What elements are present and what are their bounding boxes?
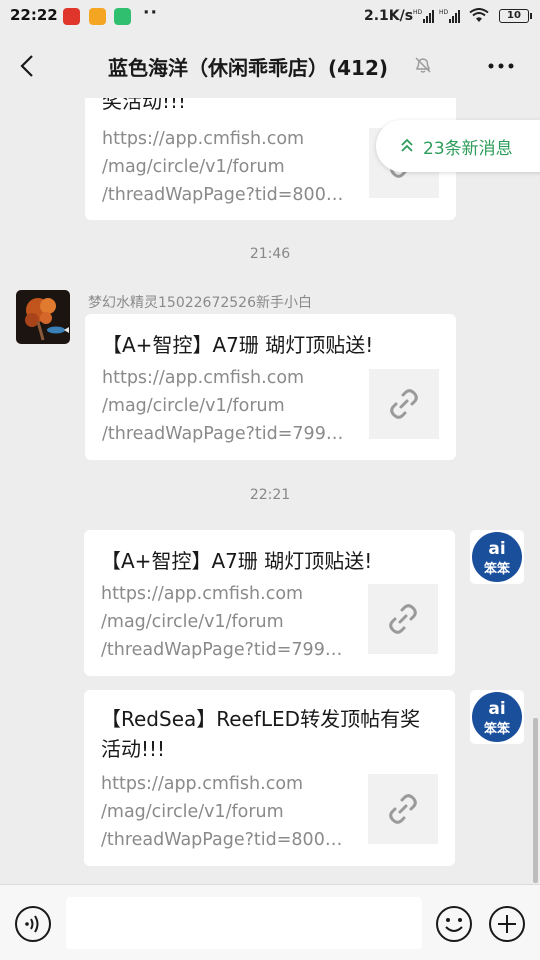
app-notification-icon — [114, 8, 131, 25]
link-icon — [389, 604, 417, 634]
wifi-icon — [469, 8, 489, 22]
voice-icon[interactable] — [14, 905, 52, 943]
link-card-thumbnail — [368, 584, 438, 654]
link-card-thumbnail — [369, 369, 439, 439]
link-card-url: https://app.cmfish.com /mag/circle/v1/fo… — [102, 129, 344, 205]
chat-title: 蓝色海洋（休闲乖乖店）(412) — [108, 56, 389, 80]
bell-muted-icon — [415, 57, 431, 73]
signal-icon: HD — [413, 9, 434, 23]
app-notification-icon — [89, 8, 106, 25]
link-card-url: https://app.cmfish.com /mag/circle/v1/fo… — [102, 368, 344, 444]
avatar[interactable] — [16, 290, 70, 344]
new-messages-button[interactable]: 23条新消息 — [376, 120, 540, 172]
link-card-title: 【A+智控】A7珊 瑚灯顶贴送! — [102, 333, 374, 357]
link-card-title: 【A+智控】A7珊 瑚灯顶贴送! — [101, 549, 373, 573]
double-chevron-up-icon — [401, 138, 413, 152]
link-card-url: https://app.cmfish.com /mag/circle/v1/fo… — [101, 584, 343, 660]
app-notification-icon — [63, 8, 80, 25]
link-card-url: https://app.cmfish.com /mag/circle/v1/fo… — [101, 774, 343, 850]
svg-text:HD: HD — [413, 9, 423, 16]
avatar[interactable]: ai 笨笨 — [470, 530, 524, 584]
link-icon — [390, 389, 418, 419]
svg-text:笨笨: 笨笨 — [484, 561, 511, 577]
message-input[interactable] — [66, 897, 422, 949]
more-notifications-indicator: ·· — [143, 3, 158, 23]
link-card-thumbnail — [368, 774, 438, 844]
link-card-title: 【RedSea】ReefLED转发顶帖有奖活动!!! — [101, 707, 421, 761]
back-chevron-icon[interactable] — [14, 52, 42, 80]
sender-name: 梦幻水精灵15022672526新手小白 — [88, 295, 312, 311]
input-bar — [0, 884, 540, 960]
link-card-message[interactable]: 【RedSea】ReefLED转发顶帖有奖活动!!! https://app.c… — [84, 690, 455, 866]
avatar[interactable]: ai 笨笨 — [470, 690, 524, 744]
svg-text:ai: ai — [488, 539, 505, 559]
status-bar: 22:22 ·· 2.1K/s HD HD 10 — [0, 0, 540, 34]
plus-icon[interactable] — [488, 905, 526, 943]
new-messages-label: 23条新消息 — [423, 139, 513, 159]
link-card-message[interactable]: 【A+智控】A7珊 瑚灯顶贴送! https://app.cmfish.com … — [84, 530, 455, 676]
scrollbar[interactable] — [533, 718, 538, 883]
status-time: 22:22 — [10, 6, 58, 24]
battery-indicator: 10 — [499, 9, 532, 23]
svg-text:ai: ai — [488, 699, 505, 719]
link-card-title: 奖活动!!! — [102, 98, 187, 113]
link-card-message[interactable]: 【A+智控】A7珊 瑚灯顶贴送! https://app.cmfish.com … — [85, 314, 456, 460]
chat-messages[interactable]: 奖活动!!! https://app.cmfish.com /mag/circl… — [0, 98, 540, 884]
emoji-icon[interactable] — [435, 905, 473, 943]
more-dots-icon[interactable] — [484, 52, 518, 80]
time-divider: 21:46 — [249, 246, 291, 262]
signal-icon: HD — [439, 9, 460, 23]
network-speed: 2.1K/s — [364, 8, 414, 24]
svg-text:笨笨: 笨笨 — [484, 721, 511, 737]
chat-header: 蓝色海洋（休闲乖乖店）(412) — [0, 34, 540, 98]
time-divider: 22:21 — [249, 487, 291, 503]
link-icon — [389, 794, 417, 824]
svg-text:HD: HD — [439, 9, 449, 16]
